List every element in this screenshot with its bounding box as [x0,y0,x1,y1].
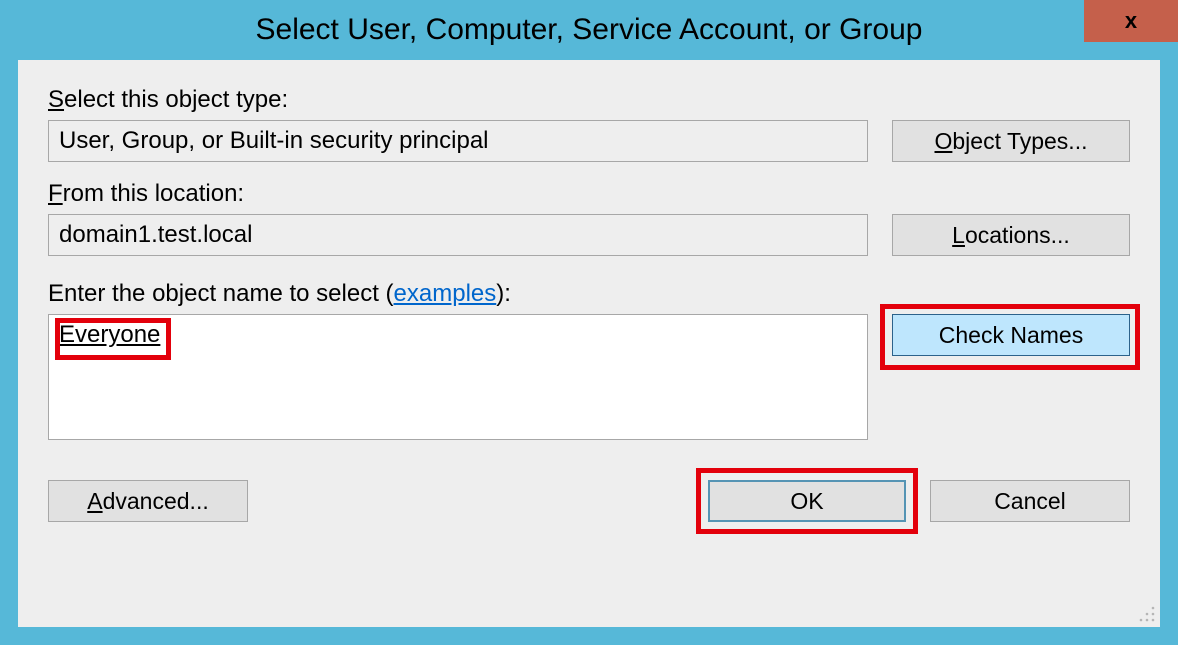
close-icon: x [1125,8,1137,34]
location-label-accel: F [48,180,63,207]
object-type-value: User, Group, or Built-in security princi… [59,127,489,155]
locations-button[interactable]: Locations... [892,214,1130,256]
location-label: From this location: [48,180,1130,208]
check-names-text: heck Names [955,322,1083,348]
dialog-window: Select User, Computer, Service Account, … [0,0,1178,645]
ok-button[interactable]: OK [708,480,906,522]
cancel-text: Cancel [994,488,1066,515]
button-row: Advanced... OK Cancel [48,480,1130,522]
cancel-button[interactable]: Cancel [930,480,1130,522]
examples-link[interactable]: examples [394,280,497,307]
object-types-button-accel: O [935,128,953,154]
object-name-label: Enter the object name to select (example… [48,280,1130,308]
object-type-label-accel: S [48,86,64,113]
location-label-text: rom this location: [63,180,244,207]
object-name-input[interactable]: Everyone [48,314,868,440]
object-type-label-text: elect this object type: [64,86,288,113]
check-names-button[interactable]: Check Names [892,314,1130,356]
location-value: domain1.test.local [59,221,252,249]
window-title: Select User, Computer, Service Account, … [256,13,923,47]
object-type-label: Select this object type: [48,86,1130,114]
object-types-button-text: bject Types... [952,128,1087,154]
check-names-accel: C [939,322,956,348]
titlebar: Select User, Computer, Service Account, … [0,0,1178,60]
object-types-button[interactable]: Object Types... [892,120,1130,162]
close-button[interactable]: x [1084,0,1178,42]
advanced-button[interactable]: Advanced... [48,480,248,522]
object-type-field: User, Group, or Built-in security princi… [48,120,868,162]
object-name-label-text2: ): [496,280,511,307]
dialog-content: Select this object type: User, Group, or… [18,60,1160,627]
ok-text: OK [790,488,823,515]
object-name-value-text: Everyone [59,321,160,348]
object-name-label-text1: nter the object name to select ( [64,280,394,307]
resize-grip-icon[interactable] [1138,605,1156,623]
locations-button-accel: L [952,222,965,248]
object-name-label-accel: E [48,280,64,307]
locations-button-text: ocations... [965,222,1070,248]
advanced-accel: A [87,488,102,514]
advanced-text: dvanced... [103,488,209,514]
location-field: domain1.test.local [48,214,868,256]
object-name-value: Everyone [59,321,160,349]
